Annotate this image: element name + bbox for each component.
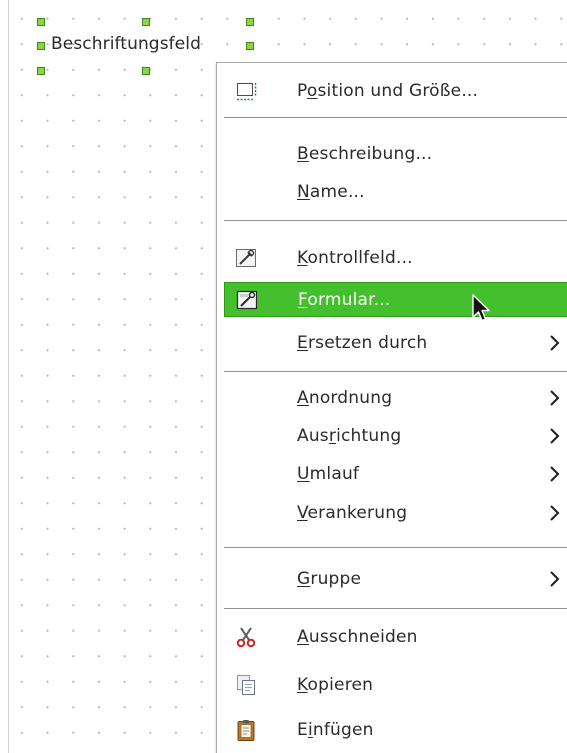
copy-icon [234, 673, 258, 697]
menu-separator [224, 608, 567, 609]
menu-item-label: Ausrichtung [297, 425, 402, 446]
chevron-right-icon [548, 504, 562, 522]
menu-item-label: Kopieren [297, 674, 374, 695]
selection-handle-middle-right[interactable] [246, 42, 254, 50]
menu-item-beschreibung[interactable]: Beschreibung... [224, 136, 567, 171]
menu-item-einfuegen[interactable]: Einfügen [224, 712, 567, 747]
menu-item-label: Umlauf [297, 463, 360, 484]
menu-item-label: Position und Größe... [297, 80, 479, 101]
scissors-icon [234, 625, 258, 649]
menu-item-ersetzen-durch[interactable]: Ersetzen durch [224, 325, 567, 360]
chevron-right-icon [548, 389, 562, 407]
menu-item-umlauf[interactable]: Umlauf [224, 456, 567, 491]
clipboard-icon [234, 718, 258, 742]
label-field-control[interactable]: Beschriftungsfeld [51, 34, 201, 54]
menu-separator [224, 117, 567, 118]
menu-separator [224, 220, 567, 221]
menu-item-label: Anordnung [297, 387, 393, 408]
menu-item-kontrollfeld[interactable]: Kontrollfeld... [224, 240, 567, 275]
chevron-right-icon [548, 427, 562, 445]
menu-item-ausschneiden[interactable]: Ausschneiden [224, 619, 567, 654]
menu-separator [224, 371, 567, 372]
selection-handle-top-right[interactable] [246, 18, 254, 26]
selection-handle-bottom-left[interactable] [37, 67, 45, 75]
selection-handle-top-center[interactable] [142, 18, 150, 26]
menu-item-label: Formular... [298, 289, 391, 310]
menu-item-position-und-groesse[interactable]: Position und Größe... [224, 73, 567, 108]
menu-item-label: Name... [297, 181, 365, 202]
context-menu: Position und Größe... Beschreibung... Na… [216, 62, 567, 753]
menu-item-kopieren[interactable]: Kopieren [224, 667, 567, 702]
position-size-icon [234, 79, 258, 103]
menu-separator [224, 547, 567, 548]
canvas-edge [8, 0, 9, 753]
menu-item-label: Gruppe [297, 568, 362, 589]
selection-handle-bottom-center[interactable] [142, 67, 150, 75]
control-properties-icon [234, 246, 258, 270]
chevron-right-icon [548, 465, 562, 483]
menu-item-label: Einfügen [297, 719, 374, 740]
menu-item-gruppe[interactable]: Gruppe [224, 561, 567, 596]
selection-handle-middle-left[interactable] [37, 42, 45, 50]
mouse-pointer-icon [471, 293, 491, 323]
menu-item-label: Ausschneiden [297, 626, 418, 647]
selection-handle-top-left[interactable] [37, 18, 45, 26]
menu-item-label: Beschreibung... [297, 143, 433, 164]
menu-item-label: Ersetzen durch [297, 332, 428, 353]
chevron-right-icon [548, 570, 562, 588]
menu-item-verankerung[interactable]: Verankerung [224, 495, 567, 530]
menu-item-label: Verankerung [297, 502, 408, 523]
chevron-right-icon [548, 334, 562, 352]
menu-item-name[interactable]: Name... [224, 174, 567, 209]
menu-item-formular[interactable]: Formular... [224, 282, 567, 317]
menu-item-anordnung[interactable]: Anordnung [224, 380, 567, 415]
menu-item-ausrichtung[interactable]: Ausrichtung [224, 418, 567, 453]
form-properties-icon [235, 288, 259, 312]
menu-item-label: Kontrollfeld... [297, 247, 413, 268]
